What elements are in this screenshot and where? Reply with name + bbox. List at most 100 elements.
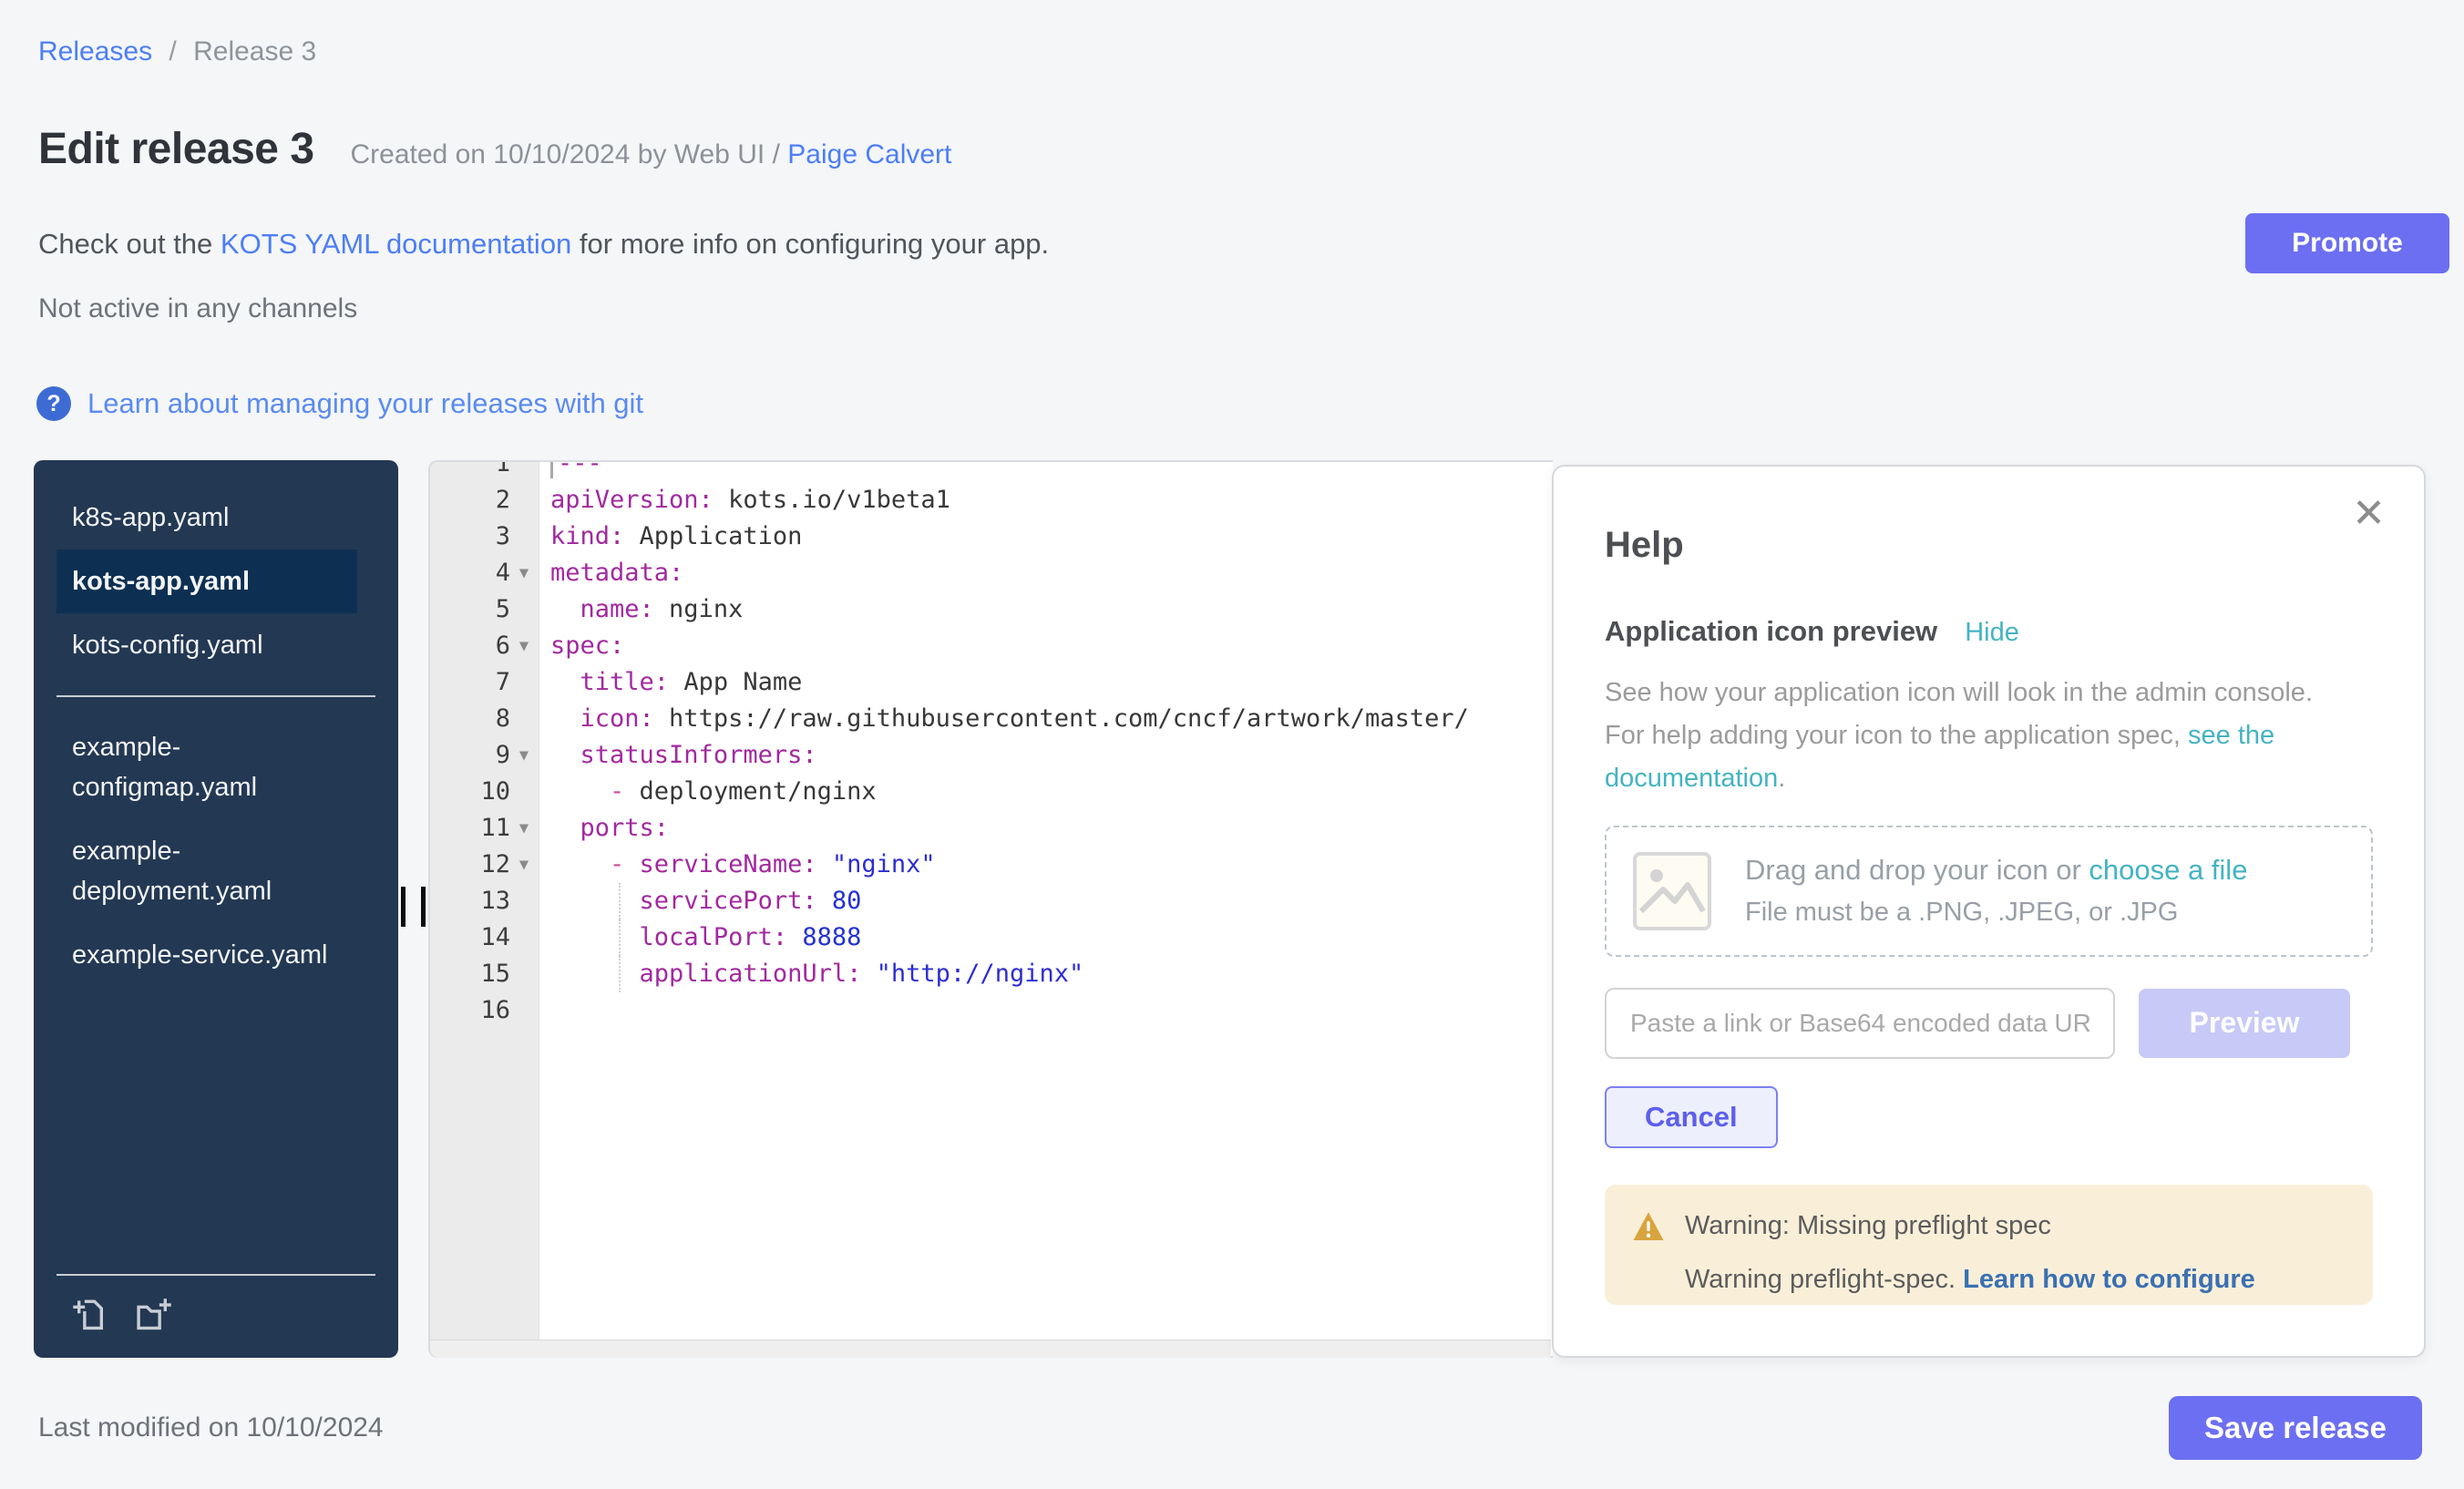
gutter-line: 7 [430,664,539,701]
code-line[interactable]: apiVersion: kots.io/v1beta1 [550,482,1553,519]
gutter-line: 13 [430,883,539,919]
sidebar-file-item[interactable]: example-service.yaml [56,923,357,987]
kots-yaml-docs-link[interactable]: KOTS YAML documentation [221,228,571,260]
warning-title: Warning: Missing preflight spec [1685,1211,2051,1241]
sidebar-file-item[interactable]: kots-app.yaml [56,549,357,613]
breadcrumb-separator: / [169,36,176,67]
code-line[interactable]: kind: Application [550,519,1553,555]
yaml-editor[interactable]: 1234▼56▼789▼1011▼12▼13141516 ---apiVersi… [428,460,1553,1358]
docs-line-before: Check out the [38,228,221,260]
editor-gutter: 1234▼56▼789▼1011▼12▼13141516 [430,460,539,1358]
gutter-line: 4▼ [430,555,539,591]
breadcrumb: Releases / Release 3 [38,36,316,67]
warning-detail: Warning preflight-spec. Learn how to con… [1685,1265,2346,1295]
code-line[interactable]: servicePort: 80 [550,883,1553,919]
hide-link[interactable]: Hide [1965,618,2019,648]
gutter-line: 2 [430,482,539,519]
code-line[interactable]: name: nginx [550,591,1553,628]
preview-button[interactable]: Preview [2139,989,2350,1058]
sidebar-file-item[interactable]: kots-config.yaml [56,613,357,677]
code-line[interactable]: - serviceName: "nginx" [550,847,1553,883]
created-meta: Created on 10/10/2024 by Web UI / Paige … [351,139,952,170]
gutter-line: 16 [430,992,539,1029]
file-name: example-configmap.yaml [72,727,345,807]
gutter-line: 15 [430,956,539,992]
warning-triangle-icon [1632,1210,1665,1243]
file-name: kots-app.yaml [72,561,250,601]
header-row: Edit release 3 Created on 10/10/2024 by … [38,124,951,174]
sidebar-file-item[interactable]: k8s-app.yaml [56,486,357,549]
gutter-line: 12▼ [430,847,539,883]
page-title: Edit release 3 [38,124,314,174]
channel-status: Not active in any channels [38,293,357,324]
code-line[interactable]: --- [550,460,1553,482]
code-line[interactable]: ports: [550,810,1553,847]
gutter-line: 1 [430,460,539,482]
code-line[interactable]: metadata: [550,555,1553,591]
question-circle-icon: ? [36,386,71,421]
dropzone-filetypes: File must be a .PNG, .JPEG, or .JPG [1745,898,2247,928]
gutter-line: 6▼ [430,628,539,664]
text-cursor [550,460,553,478]
choose-file-link[interactable]: choose a file [2089,854,2247,886]
created-author-link[interactable]: Paige Calvert [787,139,951,169]
file-tree-actions [56,1274,375,1358]
code-line[interactable]: applicationUrl: "http://nginx" [550,956,1553,992]
dropzone-text-before: Drag and drop your icon or [1745,854,2089,886]
help-panel: ✕ Help Application icon preview Hide See… [1552,465,2426,1358]
gutter-line: 10 [430,774,539,810]
file-name: example-service.yaml [72,935,327,975]
file-group-divider [56,695,375,697]
fold-arrow-icon[interactable]: ▼ [510,810,538,847]
sidebar-file-item[interactable]: example-deployment.yaml [56,819,357,923]
gutter-line: 14 [430,919,539,956]
sidebar-resize-handle[interactable] [401,887,428,927]
preflight-warning: Warning: Missing preflight spec Warning … [1605,1185,2373,1305]
code-line[interactable]: statusInformers: [550,737,1553,774]
editor-code[interactable]: ---apiVersion: kots.io/v1beta1kind: Appl… [539,460,1553,1358]
git-help-link[interactable]: Learn about managing your releases with … [87,387,643,420]
promote-button[interactable]: Promote [2245,213,2449,273]
close-icon[interactable]: ✕ [2352,494,2386,534]
sidebar-file-item[interactable]: example-configmap.yaml [56,715,357,819]
code-line[interactable]: - deployment/nginx [550,774,1553,810]
file-name: kots-config.yaml [72,625,263,665]
fold-arrow-icon[interactable]: ▼ [510,555,538,591]
code-line[interactable]: icon: https://raw.githubusercontent.com/… [550,701,1553,737]
icon-preview-description: See how your application icon will look … [1605,672,2315,800]
fold-arrow-icon[interactable]: ▼ [510,628,538,664]
gutter-line: 8 [430,701,539,737]
image-placeholder-icon [1632,851,1712,931]
warning-detail-text: Warning preflight-spec. [1685,1265,1963,1294]
icon-dropzone[interactable]: Drag and drop your icon or choose a file… [1605,826,2373,957]
git-help-row: ? Learn about managing your releases wit… [36,386,643,421]
file-name: k8s-app.yaml [72,498,229,538]
new-file-icon[interactable] [72,1296,108,1332]
description-after: . [1778,764,1785,793]
editor-inner: 1234▼56▼789▼1011▼12▼13141516 ---apiVersi… [430,460,1553,1358]
breadcrumb-releases-link[interactable]: Releases [38,36,152,67]
code-line[interactable]: title: App Name [550,664,1553,701]
cancel-button[interactable]: Cancel [1605,1086,1778,1148]
editor-horizontal-scrollbar[interactable] [430,1340,1551,1358]
icon-url-input[interactable] [1605,988,2115,1059]
fold-arrow-icon[interactable]: ▼ [510,737,538,774]
save-release-button[interactable]: Save release [2169,1396,2422,1460]
gutter-line: 11▼ [430,810,539,847]
fold-arrow-icon[interactable]: ▼ [510,847,538,883]
created-text: Created on 10/10/2024 by Web UI / [351,139,780,169]
file-list: k8s-app.yaml kots-app.yaml kots-config.yam… [34,460,398,987]
new-folder-icon[interactable] [136,1296,172,1332]
docs-line: Check out the KOTS YAML documentation fo… [38,228,1049,261]
last-modified-text: Last modified on 10/10/2024 [38,1412,384,1443]
file-name: example-deployment.yaml [72,831,345,911]
gutter-line: 3 [430,519,539,555]
breadcrumb-current: Release 3 [193,36,316,67]
code-line[interactable] [550,992,1553,1029]
gutter-line: 9▼ [430,737,539,774]
code-line[interactable]: localPort: 8888 [550,919,1553,956]
edit-release-page: Releases / Release 3 Edit release 3 Crea… [0,0,2464,1489]
learn-how-to-configure-link[interactable]: Learn how to configure [1963,1265,2255,1294]
code-line[interactable]: spec: [550,628,1553,664]
gutter-line: 5 [430,591,539,628]
